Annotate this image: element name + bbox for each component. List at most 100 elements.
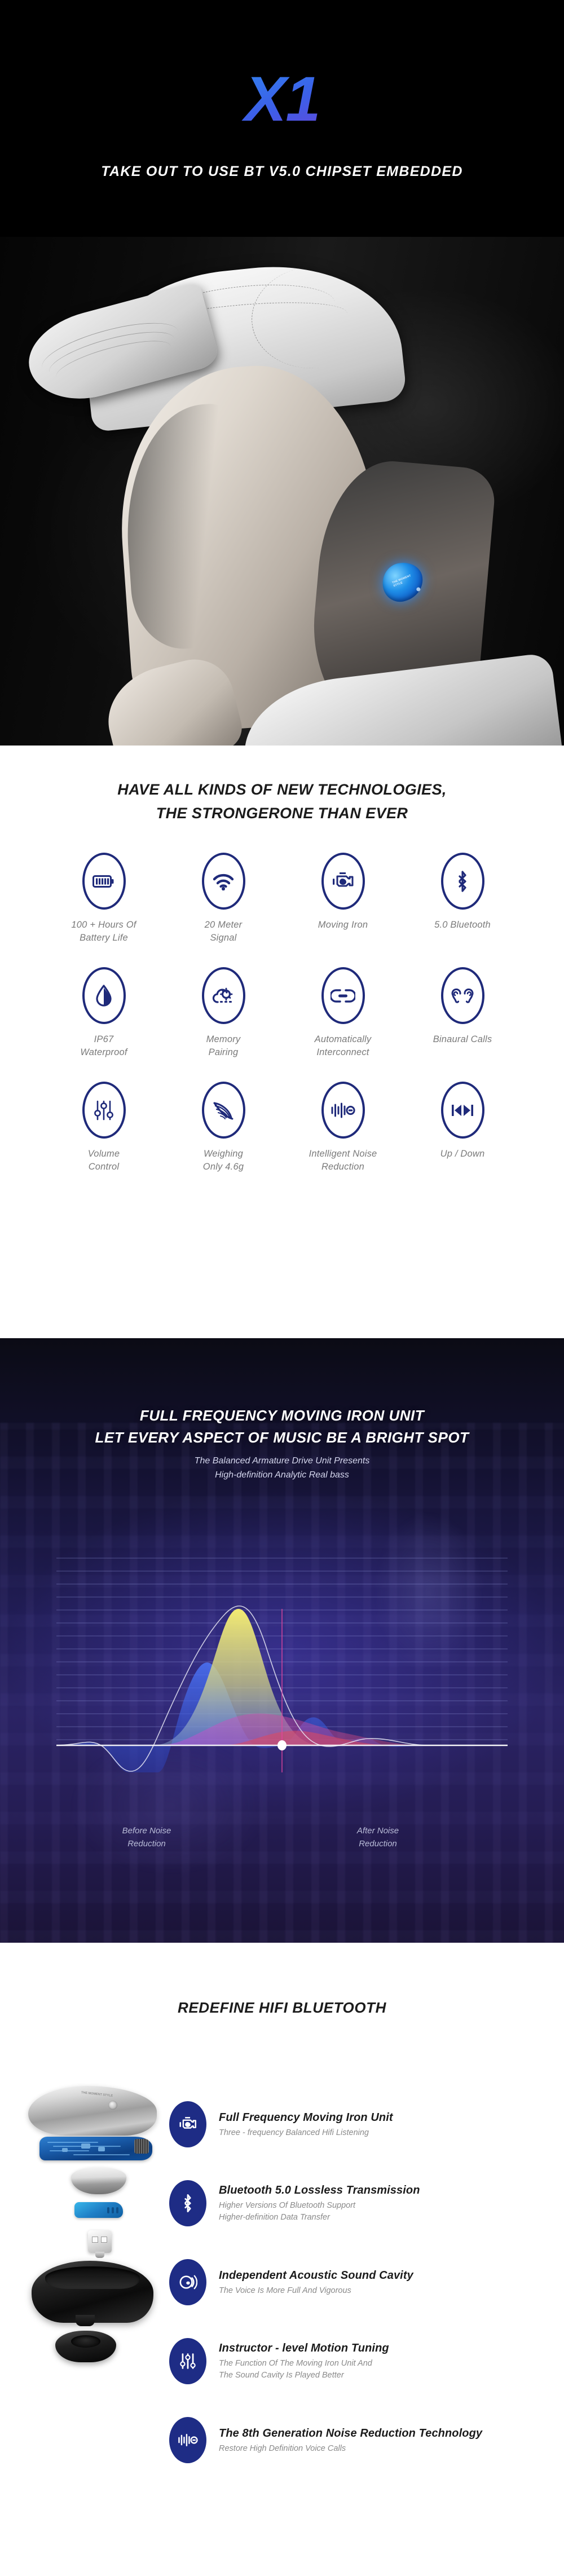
feature-item-bluetooth: 5.0 Bluetooth bbox=[403, 853, 522, 945]
ear-tip-bore bbox=[71, 2335, 100, 2348]
redefine-feature-motion-tuning: Instructor - level Motion Tuning The Fun… bbox=[169, 2322, 541, 2401]
redefine-feature-list: Full Frequency Moving Iron Unit Three - … bbox=[169, 2085, 541, 2480]
redefine-feature-bluetooth: Bluetooth 5.0 Lossless Transmission High… bbox=[169, 2164, 541, 2243]
product-logo: X1 bbox=[0, 68, 564, 131]
caption-before-noise-reduction: Before Noise Reduction bbox=[122, 1826, 171, 1849]
frequency-subtitle: The Balanced Armature Drive Unit Present… bbox=[0, 1454, 564, 1482]
face-shadow bbox=[118, 402, 248, 652]
moving-iron-icon bbox=[169, 2101, 206, 2147]
link-icon bbox=[321, 967, 365, 1024]
shell-engraving-text: THE MOMENT STYLE bbox=[81, 2091, 113, 2098]
feature-description: Restore High Definition Voice Calls bbox=[219, 2443, 346, 2453]
waveform-chart bbox=[56, 1547, 508, 1772]
technologies-section: HAVE ALL KINDS OF NEW TECHNOLOGIES, THE … bbox=[0, 746, 564, 1338]
chart-marker-dot bbox=[277, 1740, 287, 1750]
feature-label: 5.0 Bluetooth bbox=[434, 920, 491, 930]
icon-row: Volume Control Weighing Only 4.6g Intell… bbox=[44, 1082, 523, 1174]
balanced-armature-driver-part bbox=[88, 2230, 112, 2258]
redefine-feature-noise-reduction: The 8th Generation Noise Reduction Techn… bbox=[169, 2401, 541, 2480]
feature-label: 20 Meter Signal bbox=[204, 920, 243, 943]
feature-label: IP67 Waterproof bbox=[80, 1034, 127, 1057]
frequency-subtitle-line2: High-definition Analytic Real bass bbox=[215, 1470, 349, 1480]
feature-title: The 8th Generation Noise Reduction Techn… bbox=[219, 2427, 483, 2440]
feature-title: Full Frequency Moving Iron Unit bbox=[219, 2111, 393, 2124]
redefine-feature-moving-iron: Full Frequency Moving Iron Unit Three - … bbox=[169, 2085, 541, 2164]
redefine-feature-sound-cavity: Independent Acoustic Sound Cavity The Vo… bbox=[169, 2243, 541, 2322]
icon-row: 100 + Hours Of Battery Life 20 Meter Sig… bbox=[44, 853, 523, 945]
earbud-brand-text: THE MOMENT STYLE bbox=[391, 574, 412, 588]
wifi-signal-icon bbox=[201, 853, 245, 910]
driver-nozzle bbox=[95, 2252, 104, 2258]
housing-cavity bbox=[45, 2266, 140, 2289]
redefine-title: REDEFINE HIFI BLUETOOTH bbox=[177, 1999, 387, 2016]
bluetooth-icon bbox=[440, 853, 484, 910]
hero-section: X1 TAKE OUT TO USE BT V5.0 CHIPSET EMBED… bbox=[0, 0, 564, 746]
feature-label: Weighing Only 4.6g bbox=[202, 1149, 244, 1172]
feature-label: Up / Down bbox=[440, 1149, 485, 1159]
feature-item-track-control: Up / Down bbox=[403, 1082, 522, 1174]
water-drop-icon bbox=[82, 967, 126, 1024]
feature-item-battery: 100 + Hours Of Battery Life bbox=[44, 853, 164, 945]
circuit-board-part bbox=[39, 2137, 152, 2160]
feature-title: Independent Acoustic Sound Cavity bbox=[219, 2269, 413, 2282]
feature-text: Independent Acoustic Sound Cavity The Vo… bbox=[219, 2268, 541, 2297]
flex-connector-part bbox=[74, 2202, 123, 2218]
feature-item-volume: Volume Control bbox=[44, 1082, 164, 1174]
frequency-section: FULL FREQUENCY MOVING IRON UNIT LET EVER… bbox=[0, 1338, 564, 1943]
technologies-title-line1: HAVE ALL KINDS OF NEW TECHNOLOGIES, bbox=[117, 781, 447, 798]
feature-label: Moving Iron bbox=[318, 920, 368, 930]
button-cell-battery-part bbox=[71, 2167, 126, 2194]
feature-label: Intelligent Noise Reduction bbox=[309, 1149, 377, 1172]
feature-description: The Voice Is More Full And Vigorous bbox=[219, 2286, 351, 2295]
feature-item-binaural: Binaural Calls bbox=[403, 967, 522, 1059]
feature-label: Automatically Interconnect bbox=[314, 1034, 372, 1057]
feature-label: Binaural Calls bbox=[433, 1034, 492, 1044]
feature-text: The 8th Generation Noise Reduction Techn… bbox=[219, 2426, 541, 2455]
feature-label: Volume Control bbox=[87, 1149, 120, 1172]
noise-waveform-icon bbox=[169, 2417, 206, 2463]
feature-text: Full Frequency Moving Iron Unit Three - … bbox=[219, 2110, 541, 2139]
moving-iron-icon bbox=[321, 853, 365, 910]
mic-mesh bbox=[134, 2139, 149, 2154]
technologies-title-line2: THE STRONGERONE THAN EVER bbox=[156, 805, 408, 822]
feature-text: Bluetooth 5.0 Lossless Transmission High… bbox=[219, 2183, 541, 2224]
feature-item-noise-reduction: Intelligent Noise Reduction bbox=[283, 1082, 403, 1174]
hero-photo: THE MOMENT STYLE bbox=[0, 237, 564, 746]
feature-label: 100 + Hours Of Battery Life bbox=[71, 920, 136, 943]
frequency-title: FULL FREQUENCY MOVING IRON UNIT LET EVER… bbox=[0, 1405, 564, 1449]
frequency-title-line1: FULL FREQUENCY MOVING IRON UNIT bbox=[139, 1407, 425, 1424]
prev-next-icon bbox=[440, 1082, 484, 1139]
black-housing-part bbox=[32, 2261, 153, 2326]
feature-item-moving-iron: Moving Iron bbox=[283, 853, 403, 945]
sliders-icon bbox=[169, 2338, 206, 2384]
bluetooth-icon bbox=[169, 2180, 206, 2226]
feature-item-waterproof: IP67 Waterproof bbox=[44, 967, 164, 1059]
feature-item-signal: 20 Meter Signal bbox=[164, 853, 283, 945]
feature-description: Higher Versions Of Bluetooth Support Hig… bbox=[219, 2201, 356, 2222]
technologies-title: HAVE ALL KINDS OF NEW TECHNOLOGIES, THE … bbox=[0, 778, 564, 825]
feature-item-weight: Weighing Only 4.6g bbox=[164, 1082, 283, 1174]
redefine-section: REDEFINE HIFI BLUETOOTH THE MOMENT STYLE bbox=[0, 1943, 564, 2576]
two-ears-icon bbox=[440, 967, 484, 1024]
feature-title: Bluetooth 5.0 Lossless Transmission bbox=[219, 2184, 420, 2196]
technologies-icon-grid: 100 + Hours Of Battery Life 20 Meter Sig… bbox=[44, 853, 523, 1196]
memory-cloud-icon bbox=[201, 967, 245, 1024]
feather-icon bbox=[201, 1082, 245, 1139]
feature-item-interconnect: Automatically Interconnect bbox=[283, 967, 403, 1059]
shell-button bbox=[108, 2101, 117, 2110]
feature-label: Memory Pairing bbox=[206, 1034, 241, 1057]
frequency-subtitle-line1: The Balanced Armature Drive Unit Present… bbox=[194, 1456, 370, 1466]
noise-waveform-icon bbox=[321, 1082, 365, 1139]
caption-after-noise-reduction: After Noise Reduction bbox=[356, 1826, 399, 1849]
ear-tip-part bbox=[55, 2331, 116, 2362]
feature-text: Instructor - level Motion Tuning The Fun… bbox=[219, 2341, 541, 2381]
feature-description: The Function Of The Moving Iron Unit And… bbox=[219, 2359, 372, 2380]
feature-description: Three - frequency Balanced Hifi Listenin… bbox=[219, 2128, 369, 2137]
feature-title: Instructor - level Motion Tuning bbox=[219, 2342, 389, 2354]
icon-row: IP67 Waterproof Memory Pairing Automatic… bbox=[44, 967, 523, 1059]
battery-icon bbox=[82, 853, 126, 910]
sliders-icon bbox=[82, 1082, 126, 1139]
exploded-product-diagram: THE MOMENT STYLE bbox=[21, 2083, 162, 2556]
metal-top-shell-part: THE MOMENT STYLE bbox=[28, 2086, 157, 2136]
housing-stem bbox=[76, 2315, 95, 2326]
